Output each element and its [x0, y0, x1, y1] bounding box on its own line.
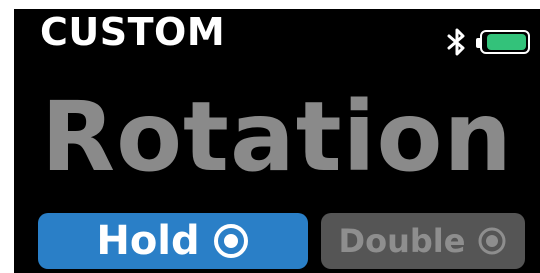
battery-icon: [476, 30, 530, 54]
page-title: CUSTOM: [40, 10, 226, 54]
target-icon: [212, 222, 250, 260]
battery-cap: [476, 38, 480, 48]
target-icon: [477, 226, 507, 256]
battery-level: [487, 34, 526, 50]
device-screen: CUSTOM Rotation Hold Double: [14, 9, 540, 273]
hold-button-label: Hold: [96, 218, 200, 264]
status-bar: [446, 27, 530, 57]
bluetooth-icon: [446, 27, 468, 57]
mode-label: Rotation: [41, 81, 513, 193]
double-button-label: Double: [338, 222, 466, 260]
double-button[interactable]: Double: [321, 213, 525, 269]
hold-button[interactable]: Hold: [38, 213, 308, 269]
